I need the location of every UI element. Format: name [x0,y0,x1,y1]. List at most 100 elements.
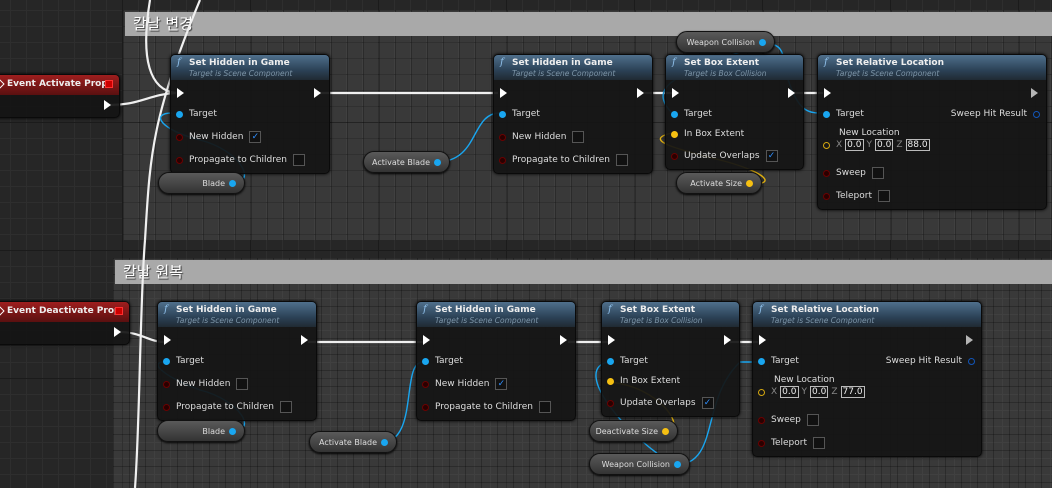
propagate-to-children-pin-dot[interactable] [176,156,183,164]
set-relative-location-node[interactable]: f Set Relative Location Target is Scene Co… [752,301,982,457]
event-node[interactable]: Event Deactivate Prop [0,301,130,345]
exec-out-pin[interactable] [788,88,795,98]
new-location-pin-dot[interactable] [823,141,830,149]
new-hidden-pin-dot[interactable] [163,380,170,388]
sweep-pin[interactable]: Sweep [758,414,819,426]
teleport-pin-dot[interactable] [758,439,765,447]
weapon-collision-variable-pin-dot[interactable] [674,460,681,468]
set-box-extent-node[interactable]: f Set Box Extent Target is Box Collision Ta… [665,54,804,170]
update-overlaps-pin-dot[interactable] [671,152,678,160]
teleport-pin-dot[interactable] [823,192,830,200]
target-pin-dot[interactable] [758,357,765,365]
update-overlaps-pin[interactable]: Update Overlaps ✓ [671,150,778,162]
target-pin-dot[interactable] [176,110,183,118]
exec-in-pin[interactable] [672,88,679,98]
y-input[interactable]: 0.0 [810,386,829,398]
delegate-pin[interactable] [115,307,123,315]
x-input[interactable]: 0.0 [780,386,799,398]
target-pin[interactable]: Target [607,356,648,366]
new-hidden-pin-dot[interactable] [422,380,429,388]
set-box-extent-node[interactable]: f Set Box Extent Target is Box Collision Ta… [601,301,740,417]
new-hidden-checkbox[interactable] [572,131,585,143]
teleport-checkbox[interactable] [878,190,890,202]
target-pin[interactable]: Target [422,356,463,366]
new-hidden-pin[interactable]: New Hidden [163,378,249,390]
in-box-extent-pin[interactable]: In Box Extent [671,129,744,139]
target-pin[interactable]: Target [823,109,864,119]
activate-size-variable-pin-dot[interactable] [746,179,753,187]
z-input[interactable]: 88.0 [905,139,930,151]
update-overlaps-pin[interactable]: Update Overlaps ✓ [607,397,714,409]
exec-out-pin[interactable] [637,88,644,98]
new-hidden-checkbox[interactable]: ✓ [495,378,508,390]
update-overlaps-pin-dot[interactable] [607,399,614,407]
target-pin[interactable]: Target [176,109,217,119]
new-hidden-pin[interactable]: New Hidden [499,131,585,143]
propagate-to-children-pin[interactable]: Propagate to Children [499,154,629,166]
set-hidden-in-game-node[interactable]: f Set Hidden in Game Target is Scene Compo… [170,54,330,174]
exec-out-pin[interactable] [1031,88,1038,98]
exec-in-pin[interactable] [164,335,171,345]
target-pin[interactable]: Target [163,356,204,366]
blade-variable[interactable]: Blade [157,420,245,442]
new-hidden-pin-dot[interactable] [499,133,506,141]
propagate-to-children-pin-dot[interactable] [499,156,506,164]
exec-out-pin[interactable] [724,335,731,345]
propagate-to-children-pin[interactable]: Propagate to Children [176,154,306,166]
new-hidden-checkbox[interactable]: ✓ [249,131,262,143]
propagate-to-children-pin-dot[interactable] [422,403,429,411]
exec-in-pin[interactable] [824,88,831,98]
activate-blade-variable-pin-dot[interactable] [381,438,388,446]
target-pin-dot[interactable] [422,357,429,365]
exec-out-pin[interactable] [966,335,973,345]
deactivate-size-variable[interactable]: Deactivate Size [589,420,678,442]
new-hidden-pin-dot[interactable] [176,133,183,141]
teleport-pin[interactable]: Teleport [823,190,890,202]
exec-out-pin[interactable] [301,335,308,345]
new-location-pin[interactable]: X 0.0 Y 0.0 Z 88.0 [823,139,930,151]
target-pin[interactable]: Target [671,109,712,119]
weapon-collision-variable-pin-dot[interactable] [759,38,766,46]
sweep-checkbox[interactable] [871,167,884,179]
exec-in-pin[interactable] [423,335,430,345]
sweep-pin-dot[interactable] [823,169,830,177]
weapon-collision-variable[interactable]: Weapon Collision [589,453,690,475]
teleport-checkbox[interactable] [813,437,825,449]
weapon-collision-variable[interactable]: Weapon Collision [676,31,775,53]
activate-blade-variable-pin-dot[interactable] [434,158,441,166]
propagate-to-children-pin[interactable]: Propagate to Children [422,401,552,413]
target-pin-dot[interactable] [607,357,614,365]
in-box-extent-pin[interactable]: In Box Extent [607,376,680,386]
target-pin-dot[interactable] [499,110,506,118]
sweep-hit-result-pin-dot[interactable] [968,357,975,365]
set-hidden-in-game-node[interactable]: f Set Hidden in Game Target is Scene Compo… [157,301,317,421]
exec-out-pin[interactable] [560,335,567,345]
activate-blade-variable[interactable]: Activate Blade [309,431,397,453]
new-hidden-pin[interactable]: New Hidden ✓ [422,378,508,390]
new-hidden-pin[interactable]: New Hidden ✓ [176,131,262,143]
update-overlaps-checkbox[interactable]: ✓ [701,397,714,409]
exec-in-pin[interactable] [759,335,766,345]
deactivate-size-variable-pin-dot[interactable] [662,427,669,435]
sweep-checkbox[interactable] [806,414,819,426]
teleport-pin[interactable]: Teleport [758,437,825,449]
update-overlaps-checkbox[interactable]: ✓ [765,150,778,162]
in-box-extent-pin-dot[interactable] [671,130,678,138]
exec-in-pin[interactable] [177,88,184,98]
new-hidden-checkbox[interactable] [236,378,249,390]
sweep-hit-result-pin[interactable]: Sweep Hit Result [886,356,975,366]
propagate-to-children-pin-dot[interactable] [163,403,170,411]
exec-in-pin[interactable] [500,88,507,98]
new-location-pin[interactable]: X 0.0 Y 0.0 Z 77.0 [758,386,865,398]
activate-size-variable[interactable]: Activate Size [676,172,762,194]
set-hidden-in-game-node[interactable]: f Set Hidden in Game Target is Scene Compo… [416,301,576,421]
in-box-extent-pin-dot[interactable] [607,377,614,385]
blade-variable-pin-dot[interactable] [229,179,236,187]
set-relative-location-node[interactable]: f Set Relative Location Target is Scene Co… [817,54,1047,210]
blade-variable[interactable]: Blade [158,172,245,194]
delegate-pin[interactable] [105,80,113,88]
exec-out-pin[interactable] [314,88,321,98]
target-pin-dot[interactable] [671,110,678,118]
y-input[interactable]: 0.0 [875,139,894,151]
target-pin-dot[interactable] [823,110,830,118]
